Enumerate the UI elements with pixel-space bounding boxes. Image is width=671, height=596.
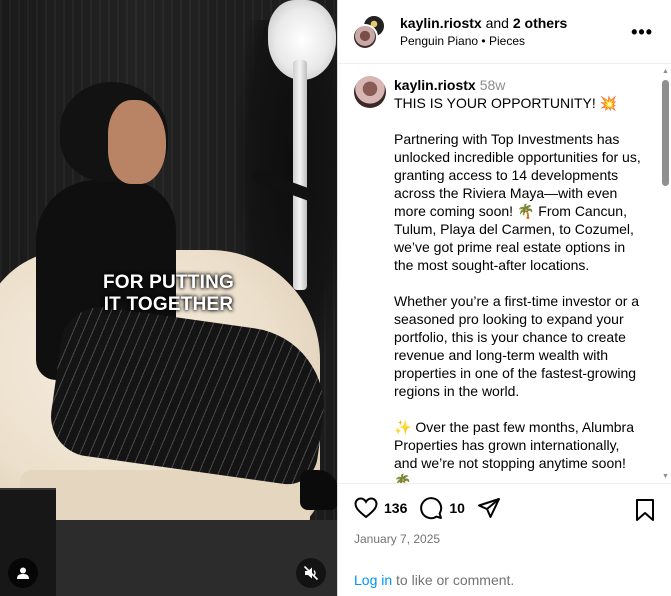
mute-button[interactable] — [296, 558, 326, 588]
video-caption-line2: IT TOGETHER — [103, 294, 234, 315]
comment-button[interactable]: 10 — [419, 496, 465, 520]
comments-scrollbar[interactable]: ▲ ▼ — [661, 68, 670, 480]
audio-separator: • — [481, 34, 486, 48]
like-count[interactable]: 136 — [384, 500, 407, 516]
header-text: kaylin.riostx and 2 others Penguin Piano… — [400, 15, 567, 48]
video-caption-line1: FOR PUTTING — [103, 272, 234, 293]
caption-body: kaylin.riostx 58w THIS IS YOUR OPPORTUNIT… — [394, 76, 646, 484]
login-prompt-text: to like or comment. — [392, 572, 515, 588]
avatar[interactable] — [352, 23, 378, 50]
caption-text: THIS IS YOUR OPPORTUNITY! 💥 Partnering w… — [394, 95, 641, 484]
person-icon — [17, 567, 29, 579]
scrollbar-thumb[interactable] — [662, 80, 669, 186]
scroll-up-arrow-icon[interactable]: ▲ — [662, 68, 669, 75]
paper-plane-icon — [477, 498, 500, 518]
light-stand — [293, 60, 307, 290]
audio-info: Penguin Piano • Pieces — [400, 34, 567, 48]
post-header: kaylin.riostx and 2 others Penguin Piano… — [338, 0, 671, 64]
share-button[interactable] — [477, 496, 501, 520]
caption-time[interactable]: 58w — [480, 77, 506, 93]
header-others[interactable]: 2 others — [513, 15, 567, 31]
save-button[interactable] — [635, 498, 655, 527]
header-authors: kaylin.riostx and 2 others — [400, 15, 567, 31]
tagged-users-button[interactable] — [8, 558, 38, 588]
like-button[interactable]: 136 — [354, 497, 407, 519]
post-date[interactable]: January 7, 2025 — [354, 532, 440, 546]
reel-video[interactable]: FOR PUTTING IT TOGETHER — [0, 0, 337, 596]
speaker-muted-icon — [303, 565, 319, 581]
scroll-down-arrow-icon[interactable]: ▼ — [662, 473, 669, 480]
caption-comment: kaylin.riostx 58w THIS IS YOUR OPPORTUNIT… — [338, 64, 671, 484]
avatar[interactable] — [354, 76, 386, 108]
caption-username[interactable]: kaylin.riostx — [394, 77, 476, 93]
comments-area[interactable]: kaylin.riostx 58w THIS IS YOUR OPPORTUNIT… — [338, 64, 671, 484]
action-bar: 136 10 — [354, 496, 513, 520]
collab-avatars[interactable] — [352, 13, 388, 50]
person-face — [108, 100, 166, 184]
login-link[interactable]: Log in — [354, 572, 392, 588]
heart-icon — [354, 497, 378, 519]
comment-bubble-icon — [420, 497, 443, 520]
header-username[interactable]: kaylin.riostx — [400, 15, 482, 31]
video-caption: FOR PUTTING IT TOGETHER — [0, 272, 337, 316]
login-prompt: Log in to like or comment. — [354, 572, 514, 588]
post-sidebar: kaylin.riostx and 2 others Penguin Piano… — [337, 0, 671, 596]
header-joiner: and — [485, 15, 509, 31]
audio-detail[interactable]: Pieces — [489, 34, 525, 48]
comment-count[interactable]: 10 — [449, 500, 465, 516]
audio-track[interactable]: Penguin Piano — [400, 34, 478, 48]
person-shoe — [300, 470, 337, 510]
more-options-button[interactable]: ••• — [631, 22, 653, 43]
bookmark-icon — [636, 499, 654, 521]
